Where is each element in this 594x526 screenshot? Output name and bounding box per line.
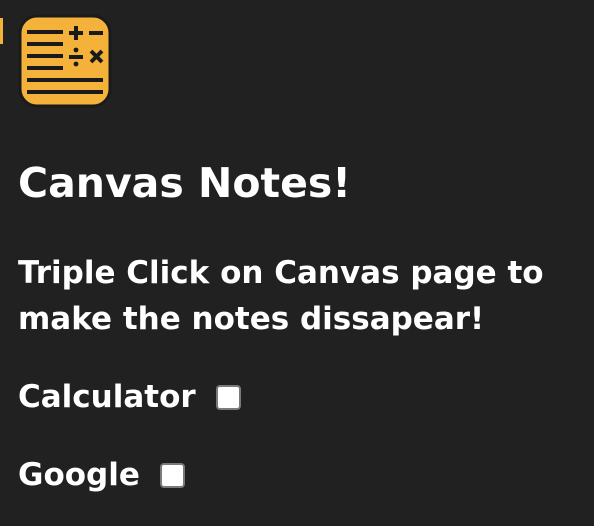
calculator-label: Calculator [18, 379, 196, 415]
calculator-option: Calculator [18, 377, 241, 417]
calculator-notes-icon [17, 13, 113, 109]
calculator-checkbox[interactable] [215, 384, 241, 410]
google-option: Google [18, 455, 185, 495]
instructions-text: Triple Click on Canvas page to make the … [18, 255, 544, 337]
page-title: Canvas Notes! [18, 159, 352, 207]
google-checkbox[interactable] [159, 462, 185, 488]
left-edge-mark [0, 18, 3, 44]
google-label: Google [18, 457, 140, 493]
